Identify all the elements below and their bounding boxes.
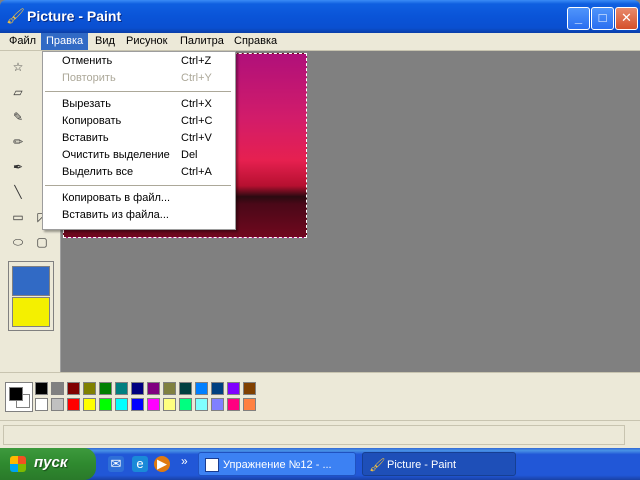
status-bar bbox=[0, 420, 640, 449]
color-swatch[interactable] bbox=[147, 382, 160, 395]
eraser-icon[interactable]: ▱ bbox=[7, 83, 29, 101]
opaque-selection-option[interactable] bbox=[12, 266, 50, 296]
window-title: Picture - Paint bbox=[27, 8, 122, 24]
title-bar[interactable]: 🖌 Picture - Paint _ □ ✕ bbox=[0, 0, 640, 33]
eyedropper-icon[interactable]: ✎ bbox=[7, 108, 29, 126]
color-swatch[interactable] bbox=[83, 398, 96, 411]
windows-logo-icon bbox=[10, 456, 26, 472]
menu-item-paste-from-file[interactable]: Вставить из файла... bbox=[44, 207, 234, 224]
edit-menu-dropdown: Отменить Ctrl+Z Повторить Ctrl+Y Вырезать C… bbox=[42, 51, 236, 230]
paint-app-icon[interactable]: 🖌 bbox=[6, 7, 25, 25]
color-swatch[interactable] bbox=[195, 398, 208, 411]
maximize-icon: □ bbox=[598, 10, 607, 25]
line-icon[interactable]: ╲ bbox=[7, 183, 29, 201]
color-swatch[interactable] bbox=[67, 398, 80, 411]
color-swatch[interactable] bbox=[67, 382, 80, 395]
menu-item-clear-selection[interactable]: Очистить выделение Del bbox=[44, 147, 234, 164]
menu-edit[interactable]: Правка bbox=[41, 33, 89, 50]
color-swatch[interactable] bbox=[227, 382, 240, 395]
taskbar: пуск ✉ e ▶ » Упражнение №12 - ... 🖌 Pict… bbox=[0, 448, 640, 480]
menu-item-undo[interactable]: Отменить Ctrl+Z bbox=[44, 53, 234, 70]
menu-item-copy[interactable]: Копировать Ctrl+C bbox=[44, 113, 234, 130]
color-swatch[interactable] bbox=[51, 398, 64, 411]
menu-item-paste[interactable]: Вставить Ctrl+V bbox=[44, 130, 234, 147]
color-swatch[interactable] bbox=[211, 382, 224, 395]
color-swatch[interactable] bbox=[99, 398, 112, 411]
maximize-button[interactable]: □ bbox=[591, 7, 614, 30]
menu-item-cut[interactable]: Вырезать Ctrl+X bbox=[44, 96, 234, 113]
foreground-color-swatch[interactable] bbox=[9, 387, 23, 401]
status-panel bbox=[3, 425, 625, 445]
quicklaunch-overflow-icon[interactable]: » bbox=[181, 454, 188, 468]
menu-image[interactable]: Рисунок bbox=[121, 33, 173, 50]
pencil-icon[interactable]: ✏ bbox=[7, 133, 29, 151]
color-swatch[interactable] bbox=[35, 382, 48, 395]
color-swatch[interactable] bbox=[227, 398, 240, 411]
document-icon bbox=[205, 458, 219, 472]
color-swatch[interactable] bbox=[51, 382, 64, 395]
menu-item-copy-to-file[interactable]: Копировать в файл... bbox=[44, 190, 234, 207]
minimize-button[interactable]: _ bbox=[567, 7, 590, 30]
color-swatch[interactable] bbox=[99, 382, 112, 395]
color-swatch[interactable] bbox=[131, 382, 144, 395]
close-icon: ✕ bbox=[621, 10, 632, 25]
free-select-icon[interactable]: ☆ bbox=[7, 58, 29, 76]
color-swatch[interactable] bbox=[163, 382, 176, 395]
color-swatch[interactable] bbox=[211, 398, 224, 411]
menu-separator bbox=[45, 185, 231, 186]
tool-options-panel bbox=[8, 261, 54, 331]
messenger-icon[interactable]: ✉ bbox=[108, 456, 124, 472]
paint-icon: 🖌 bbox=[369, 457, 386, 472]
color-swatch[interactable] bbox=[147, 398, 160, 411]
current-colors[interactable] bbox=[5, 382, 33, 412]
menu-separator bbox=[45, 91, 231, 92]
color-swatch[interactable] bbox=[179, 398, 192, 411]
color-swatch[interactable] bbox=[83, 382, 96, 395]
menu-item-redo: Повторить Ctrl+Y bbox=[62, 72, 212, 84]
internet-explorer-icon[interactable]: e bbox=[132, 456, 148, 472]
ellipse-icon[interactable]: ⬭ bbox=[7, 233, 29, 251]
transparent-selection-option[interactable] bbox=[12, 297, 50, 327]
color-swatch[interactable] bbox=[35, 398, 48, 411]
color-swatch[interactable] bbox=[195, 382, 208, 395]
color-swatch[interactable] bbox=[243, 398, 256, 411]
minimize-icon: _ bbox=[574, 10, 583, 25]
rectangle-icon[interactable]: ▭ bbox=[7, 208, 29, 226]
media-player-icon[interactable]: ▶ bbox=[154, 456, 170, 472]
menu-file[interactable]: Файл bbox=[4, 33, 41, 50]
color-swatch[interactable] bbox=[243, 382, 256, 395]
taskbar-button-paint[interactable]: 🖌 Picture - Paint bbox=[362, 452, 516, 476]
menu-view[interactable]: Вид bbox=[90, 33, 120, 50]
taskbar-button-exercise[interactable]: Упражнение №12 - ... bbox=[198, 452, 356, 476]
brush-icon[interactable]: ✒ bbox=[7, 158, 29, 176]
color-swatch[interactable] bbox=[131, 398, 144, 411]
start-button[interactable]: пуск bbox=[0, 448, 96, 480]
close-button[interactable]: ✕ bbox=[615, 7, 638, 30]
rounded-rectangle-icon[interactable]: ▢ bbox=[31, 233, 53, 251]
menu-bar: Файл Правка Вид Рисунок Палитра Справка bbox=[0, 33, 640, 51]
menu-item-select-all[interactable]: Выделить все Ctrl+A bbox=[44, 164, 234, 181]
color-swatch[interactable] bbox=[115, 398, 128, 411]
menu-colors[interactable]: Палитра bbox=[175, 33, 229, 50]
color-swatch[interactable] bbox=[115, 382, 128, 395]
color-swatch[interactable] bbox=[179, 382, 192, 395]
menu-help[interactable]: Справка bbox=[229, 33, 282, 50]
color-palette-bar bbox=[0, 372, 640, 421]
color-swatch[interactable] bbox=[163, 398, 176, 411]
